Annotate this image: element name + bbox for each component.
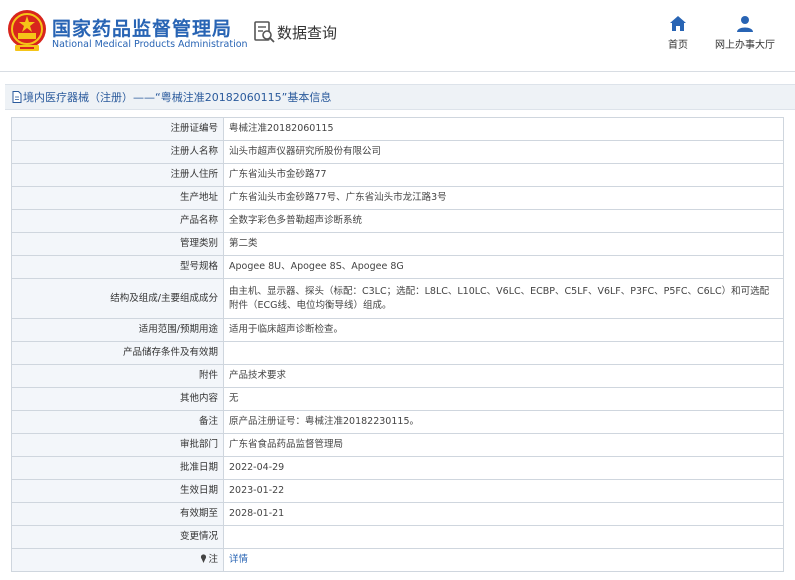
header-divider [0, 71, 795, 72]
pin-icon [201, 554, 207, 563]
table-row: 其他内容 无 [11, 387, 784, 411]
org-name-en[interactable]: National Medical Products Administration [52, 39, 248, 50]
row-value: 原产品注册证号：粤械注准20182230115。 [223, 410, 784, 434]
table-row: 批准日期 2022-04-29 [11, 456, 784, 480]
page-title: 境内医疗器械（注册）——“粤械注准20182060115”基本信息 [23, 91, 332, 104]
row-value-cell: 详情 [223, 548, 784, 572]
nav-home-label: 首页 [668, 40, 688, 51]
table-row: 生产地址 广东省汕头市金砂路77号、广东省汕头市龙江路3号 [11, 186, 784, 210]
section-title-bar: 境内医疗器械（注册）——“粤械注准20182060115”基本信息 [5, 84, 795, 110]
row-label: 有效期至 [11, 502, 224, 526]
row-value [223, 341, 784, 365]
row-label: 生效日期 [11, 479, 224, 503]
table-row: 有效期至 2028-01-21 [11, 502, 784, 526]
org-name-cn[interactable]: 国家药品监督管理局 [52, 14, 232, 41]
row-label: 生产地址 [11, 186, 224, 210]
table-row: 审批部门 广东省食品药品监督管理局 [11, 433, 784, 457]
data-query-title: 数据查询 [277, 24, 338, 42]
row-value: 全数字彩色多普勒超声诊断系统 [223, 209, 784, 233]
row-value: 2028-01-21 [223, 502, 784, 526]
table-row: 适用范围/预期用途 适用于临床超声诊断检查。 [11, 318, 784, 342]
row-value: 由主机、显示器、探头（标配：C3LC；选配：L8LC、L10LC、V6LC、EC… [223, 278, 784, 319]
row-value: 广东省汕头市金砂路77号、广东省汕头市龙江路3号 [223, 186, 784, 210]
row-value: 粤械注准20182060115 [223, 117, 784, 141]
row-label: 附件 [11, 364, 224, 388]
table-row: 型号规格 Apogee 8U、Apogee 8S、Apogee 8G [11, 255, 784, 279]
table-row: 变更情况 [11, 525, 784, 549]
data-query-icon [254, 21, 275, 43]
row-label: 产品储存条件及有效期 [11, 341, 224, 365]
nav-home[interactable]: 首页 [660, 15, 696, 51]
row-value: 第二类 [223, 232, 784, 256]
row-label: 备注 [11, 410, 224, 434]
table-row: 注册人住所 广东省汕头市金砂路77 [11, 163, 784, 187]
row-label: 变更情况 [11, 525, 224, 549]
table-row: 注册证编号 粤械注准20182060115 [11, 117, 784, 141]
table-row: 附件 产品技术要求 [11, 364, 784, 388]
row-label: 注 [208, 554, 218, 565]
row-label: 注册人住所 [11, 163, 224, 187]
row-label: 批准日期 [11, 456, 224, 480]
row-value: 广东省食品药品监督管理局 [223, 433, 784, 457]
table-row: 管理类别 第二类 [11, 232, 784, 256]
table-row: 产品名称 全数字彩色多普勒超声诊断系统 [11, 209, 784, 233]
table-row: 注册人名称 汕头市超声仪器研究所股份有限公司 [11, 140, 784, 164]
row-value: 2022-04-29 [223, 456, 784, 480]
row-value: 适用于临床超声诊断检查。 [223, 318, 784, 342]
table-row: 备注 原产品注册证号：粤械注准20182230115。 [11, 410, 784, 434]
row-value: 广东省汕头市金砂路77 [223, 163, 784, 187]
row-label: 管理类别 [11, 232, 224, 256]
row-value: 汕头市超声仪器研究所股份有限公司 [223, 140, 784, 164]
user-icon [737, 16, 753, 32]
home-icon [670, 16, 686, 31]
row-value: 无 [223, 387, 784, 411]
row-value: 产品技术要求 [223, 364, 784, 388]
nav-online-office-label: 网上办事大厅 [715, 40, 775, 51]
table-row: 注 详情 [11, 548, 784, 572]
document-icon [12, 91, 22, 103]
row-value: Apogee 8U、Apogee 8S、Apogee 8G [223, 255, 784, 279]
row-label: 产品名称 [11, 209, 224, 233]
details-link[interactable]: 详情 [229, 554, 248, 565]
table-row: 结构及组成/主要组成成分 由主机、显示器、探头（标配：C3LC；选配：L8LC、… [11, 278, 784, 319]
nav-online-office[interactable]: 网上办事大厅 [713, 15, 777, 51]
site-header: 国家药品监督管理局 National Medical Products Admi… [0, 0, 795, 64]
row-label: 审批部门 [11, 433, 224, 457]
national-emblem-icon [8, 10, 46, 51]
row-label: 其他内容 [11, 387, 224, 411]
note-label-cell: 注 [11, 548, 224, 572]
table-row: 产品储存条件及有效期 [11, 341, 784, 365]
row-label: 注册人名称 [11, 140, 224, 164]
row-label: 结构及组成/主要组成成分 [11, 278, 224, 319]
row-value [223, 525, 784, 549]
row-label: 注册证编号 [11, 117, 224, 141]
registration-info-table: 注册证编号 粤械注准20182060115 注册人名称 汕头市超声仪器研究所股份… [11, 117, 784, 572]
row-label: 型号规格 [11, 255, 224, 279]
row-label: 适用范围/预期用途 [11, 318, 224, 342]
row-value: 2023-01-22 [223, 479, 784, 503]
table-row: 生效日期 2023-01-22 [11, 479, 784, 503]
